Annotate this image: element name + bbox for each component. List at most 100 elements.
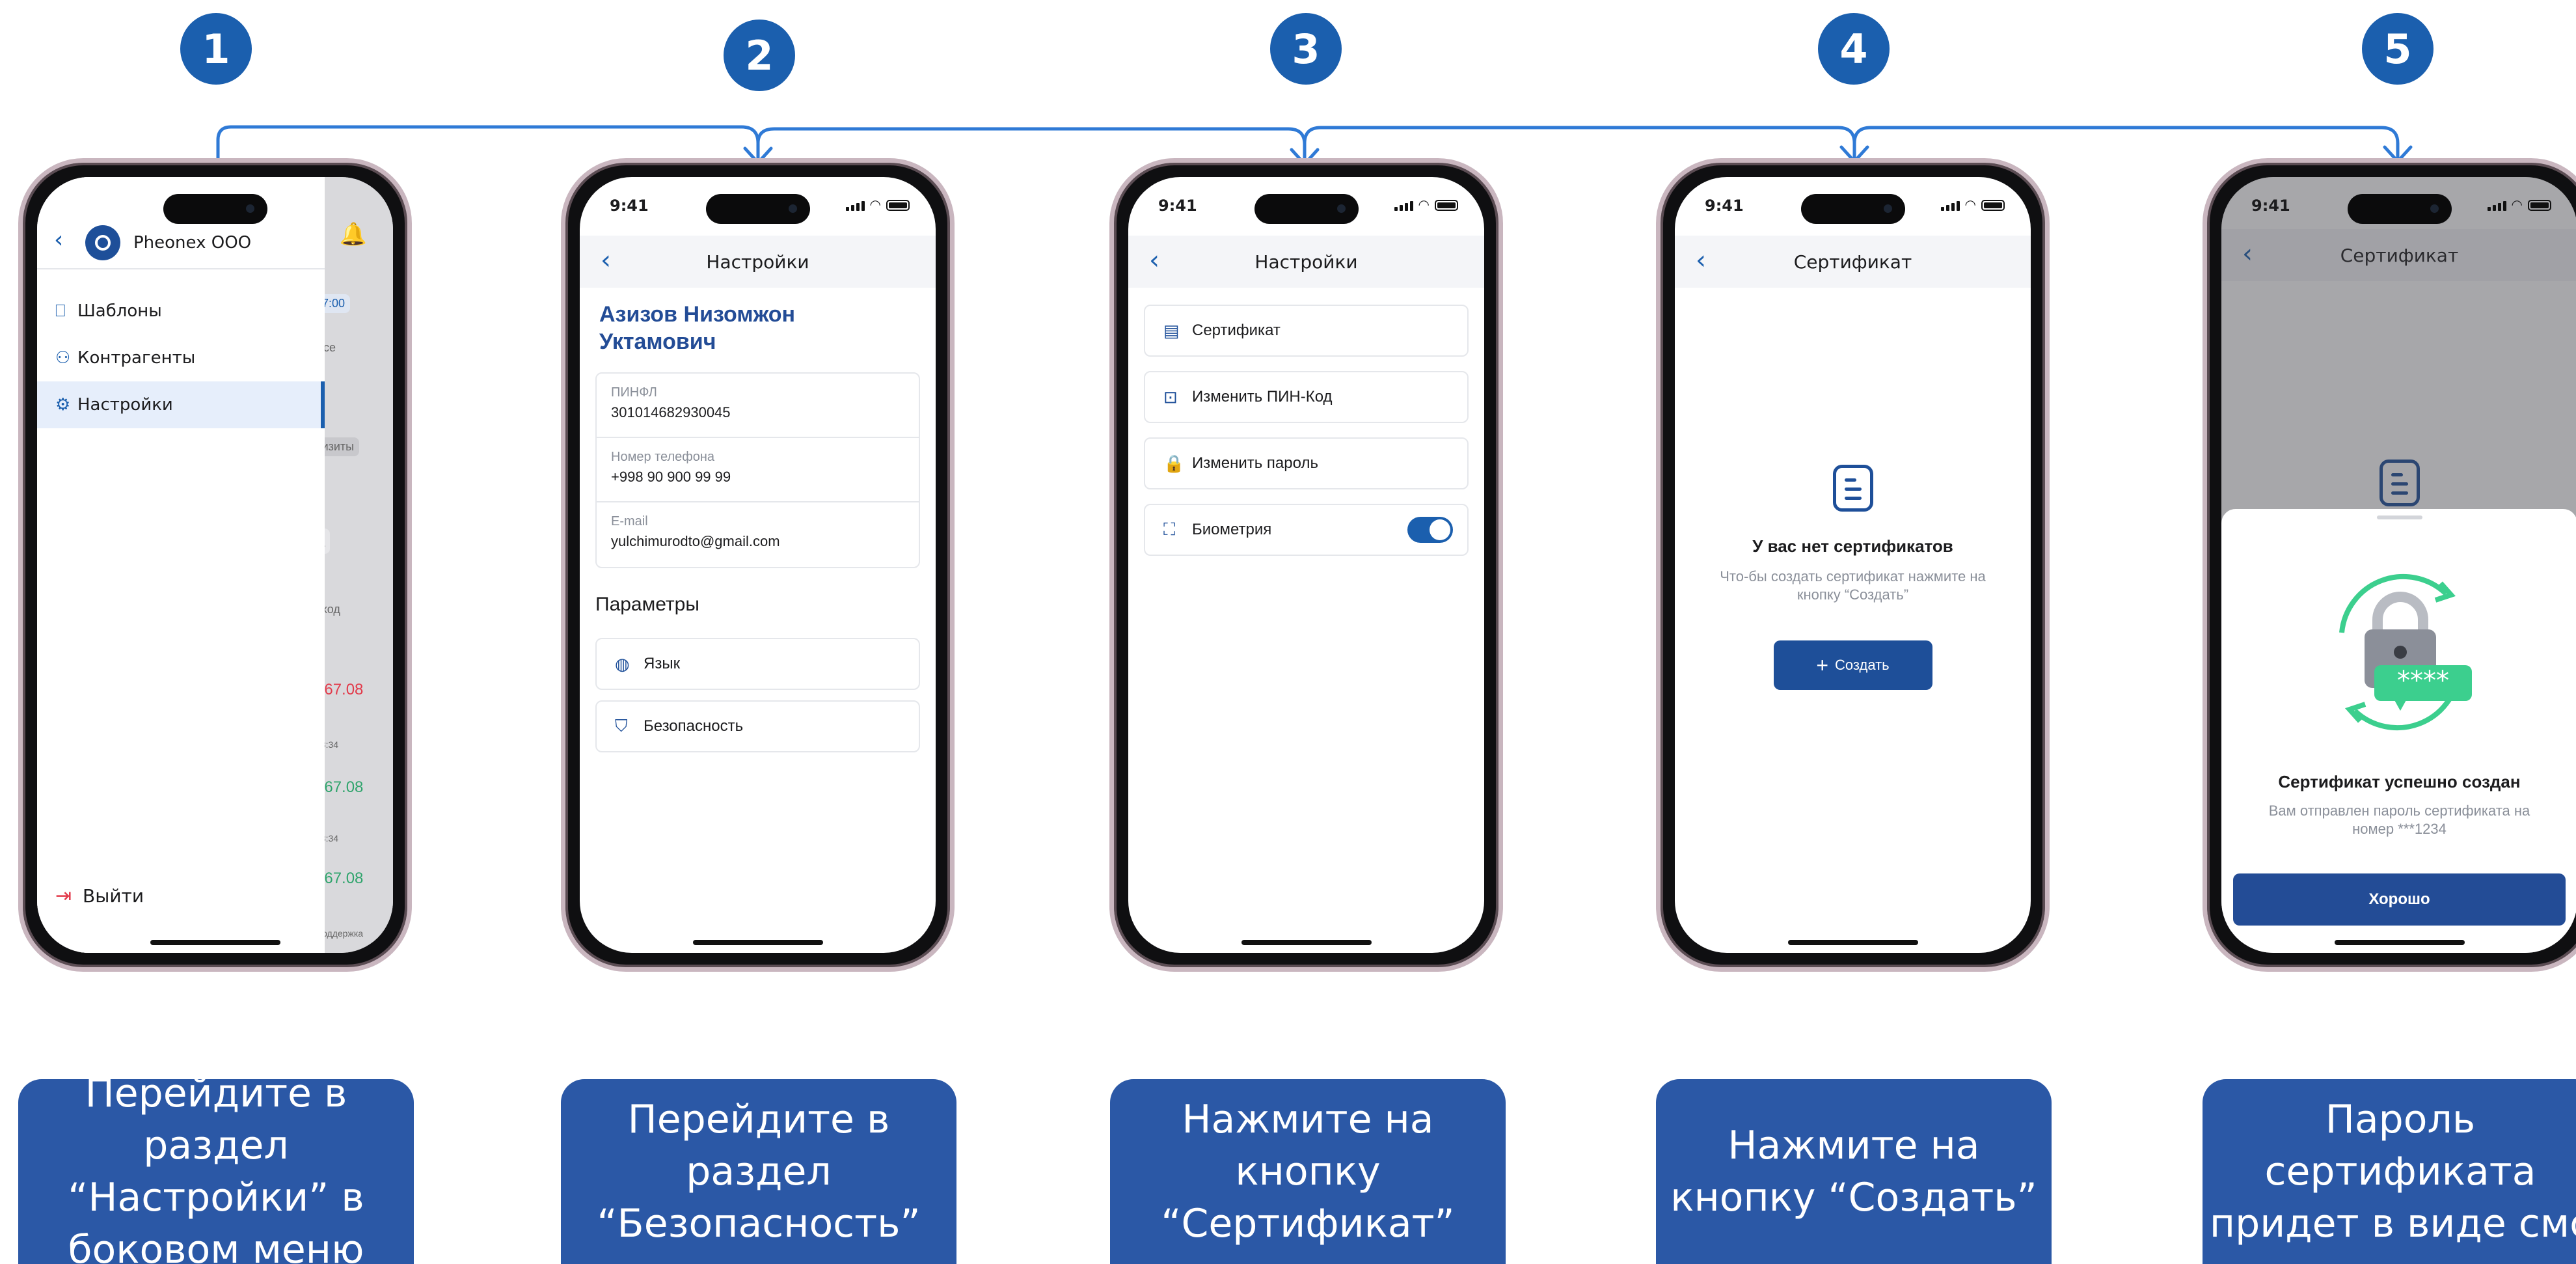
document-icon [1832, 465, 1873, 512]
status-time: 9:41 [1158, 197, 1197, 215]
drawer-item-label: Контрагенты [77, 348, 196, 368]
pin-icon: ⊡ [1163, 387, 1178, 407]
phone-5: 9:41 ◠ ‹ Сертификат **** Сертификат успе… [2203, 158, 2576, 972]
gear-icon: ⚙ [55, 395, 71, 415]
drawer-item-templates[interactable]: ⎕ Шаблоны [37, 288, 325, 335]
back-icon[interactable]: ‹ [54, 227, 63, 253]
document-icon: ▤ [1163, 320, 1180, 340]
field-label: Номер телефона [611, 450, 715, 464]
dynamic-island [1254, 194, 1359, 224]
status-time: 9:41 [610, 197, 649, 215]
sheet-grabber[interactable] [2376, 515, 2422, 519]
shield-icon: ⛉ [615, 716, 628, 735]
battery-icon [2528, 200, 2551, 211]
phone-2-screen: 9:41 ◠ ‹ Настройки Азизов Низомжон Уктам… [580, 177, 936, 953]
option-language[interactable]: ◍ Язык [595, 638, 920, 690]
wifi-icon: ◠ [1418, 198, 1430, 212]
phone-1: 17:00 Все визиты а сход 567.08 13:34 567… [18, 158, 412, 972]
step-caption-1: Перейдите в раздел “Настройки” в боковом… [18, 1079, 414, 1264]
option-label: Изменить ПИН-Код [1192, 388, 1333, 405]
step-badge-4: 4 [1818, 13, 1890, 85]
option-biometry: ⛶ Биометрия [1144, 504, 1469, 556]
plus-icon: + [1816, 653, 1829, 677]
nav-bar: ‹ Сертификат [1675, 236, 2031, 288]
step-caption-2: Перейдите в раздел “Безопасность” [561, 1079, 956, 1264]
home-indicator [1787, 940, 1918, 945]
svg-text:****: **** [2397, 666, 2449, 696]
bell-icon[interactable]: 🔔 [340, 221, 367, 247]
success-sheet: **** Сертификат успешно создан Вам отпра… [2221, 509, 2576, 953]
phone-1-screen: 17:00 Все визиты а сход 567.08 13:34 567… [37, 177, 393, 953]
status-time: 9:41 [2251, 197, 2290, 215]
password-lock-illustration: **** [2339, 573, 2472, 731]
bookmark-icon: ⎕ [55, 301, 66, 321]
option-label: Сертификат [1192, 322, 1281, 339]
field-label: ПИНФЛ [611, 385, 657, 400]
option-change-pin[interactable]: ⊡ Изменить ПИН-Код [1144, 371, 1469, 423]
step-badge-1: 1 [180, 13, 252, 85]
dynamic-island [2347, 194, 2452, 224]
drawer-item-label: Шаблоны [77, 301, 162, 321]
option-change-password[interactable]: 🔒 Изменить пароль [1144, 437, 1469, 489]
option-label: Безопасность [644, 717, 744, 735]
dynamic-island [1800, 194, 1905, 224]
biometry-toggle[interactable] [1407, 517, 1453, 543]
option-label: Биометрия [1192, 521, 1272, 538]
field-email: E-mail yulchimurodto@gmail.com [597, 502, 919, 567]
signal-icon [845, 201, 865, 211]
signal-icon [1940, 201, 1960, 211]
field-value: 301014682930045 [611, 404, 731, 420]
phone-5-screen: 9:41 ◠ ‹ Сертификат **** Сертификат успе… [2221, 177, 2576, 953]
status-time: 9:41 [1705, 197, 1744, 215]
signal-icon [1394, 201, 1413, 211]
sheet-title: Сертификат успешно создан [2278, 772, 2521, 791]
step-badge-2: 2 [724, 20, 795, 91]
users-icon: ⚇ [55, 348, 71, 368]
option-certificate[interactable]: ▤ Сертификат [1144, 305, 1469, 357]
field-value: yulchimurodto@gmail.com [611, 533, 780, 549]
wifi-icon: ◠ [2511, 198, 2523, 212]
page-title: Сертификат [1793, 251, 1912, 273]
section-title: Параметры [595, 594, 699, 615]
globe-icon: ◍ [615, 653, 630, 674]
field-pinfl: ПИНФЛ 301014682930045 [597, 374, 919, 438]
drawer-item-counterparties[interactable]: ⚇ Контрагенты [37, 335, 325, 381]
logout-label: Выйти [83, 885, 144, 907]
logout-button[interactable]: ⇥ Выйти [55, 885, 144, 907]
wifi-icon: ◠ [869, 198, 881, 212]
ok-button[interactable]: Хорошо [2233, 873, 2566, 926]
home-indicator [1241, 940, 1372, 945]
nav-bar: ‹ Настройки [1128, 236, 1484, 288]
option-label: Изменить пароль [1192, 454, 1318, 472]
phone-4: 9:41 ◠ ‹ Сертификат У вас нет сертификат… [1656, 158, 2050, 972]
company-logo [85, 225, 120, 260]
step-caption-5: Пароль сертификата придет в виде смс [2203, 1079, 2576, 1264]
battery-icon [1981, 200, 2005, 211]
phone-3-screen: 9:41 ◠ ‹ Настройки ▤ Сертификат ⊡ Измени… [1128, 177, 1484, 953]
phone-4-screen: 9:41 ◠ ‹ Сертификат У вас нет сертификат… [1675, 177, 2031, 953]
status-icons: ◠ [845, 198, 910, 212]
drawer-header: ‹ Pheonex OOO [37, 217, 325, 269]
create-button[interactable]: + Создать [1773, 640, 1932, 690]
field-phone: Номер телефона +998 90 900 99 99 [597, 438, 919, 502]
step-badge-3: 3 [1270, 13, 1342, 85]
logout-icon: ⇥ [55, 885, 72, 907]
status-icons: ◠ [2487, 198, 2551, 212]
wifi-icon: ◠ [1964, 198, 1976, 212]
empty-state-title: У вас нет сертификатов [1752, 536, 1953, 556]
drawer-item-settings[interactable]: ⚙ Настройки [37, 381, 325, 428]
profile-fields: ПИНФЛ 301014682930045 Номер телефона +99… [595, 372, 920, 568]
sheet-subtitle: Вам отправлен пароль сертификата на номе… [2268, 803, 2530, 837]
drawer-item-label: Настройки [77, 395, 173, 415]
step-caption-3: Нажмите на кнопку “Сертификат” [1110, 1079, 1506, 1264]
step-caption-4: Нажмите на кнопку “Создать” [1656, 1079, 2052, 1264]
signal-icon [2487, 201, 2506, 211]
field-label: E-mail [611, 514, 648, 529]
page-title: Настройки [1254, 251, 1358, 273]
dynamic-island [163, 194, 267, 224]
option-security[interactable]: ⛉ Безопасность [595, 700, 920, 752]
status-icons: ◠ [1940, 198, 2005, 212]
phone-2: 9:41 ◠ ‹ Настройки Азизов Низомжон Уктам… [561, 158, 955, 972]
battery-icon [1435, 200, 1458, 211]
status-icons: ◠ [1394, 198, 1458, 212]
